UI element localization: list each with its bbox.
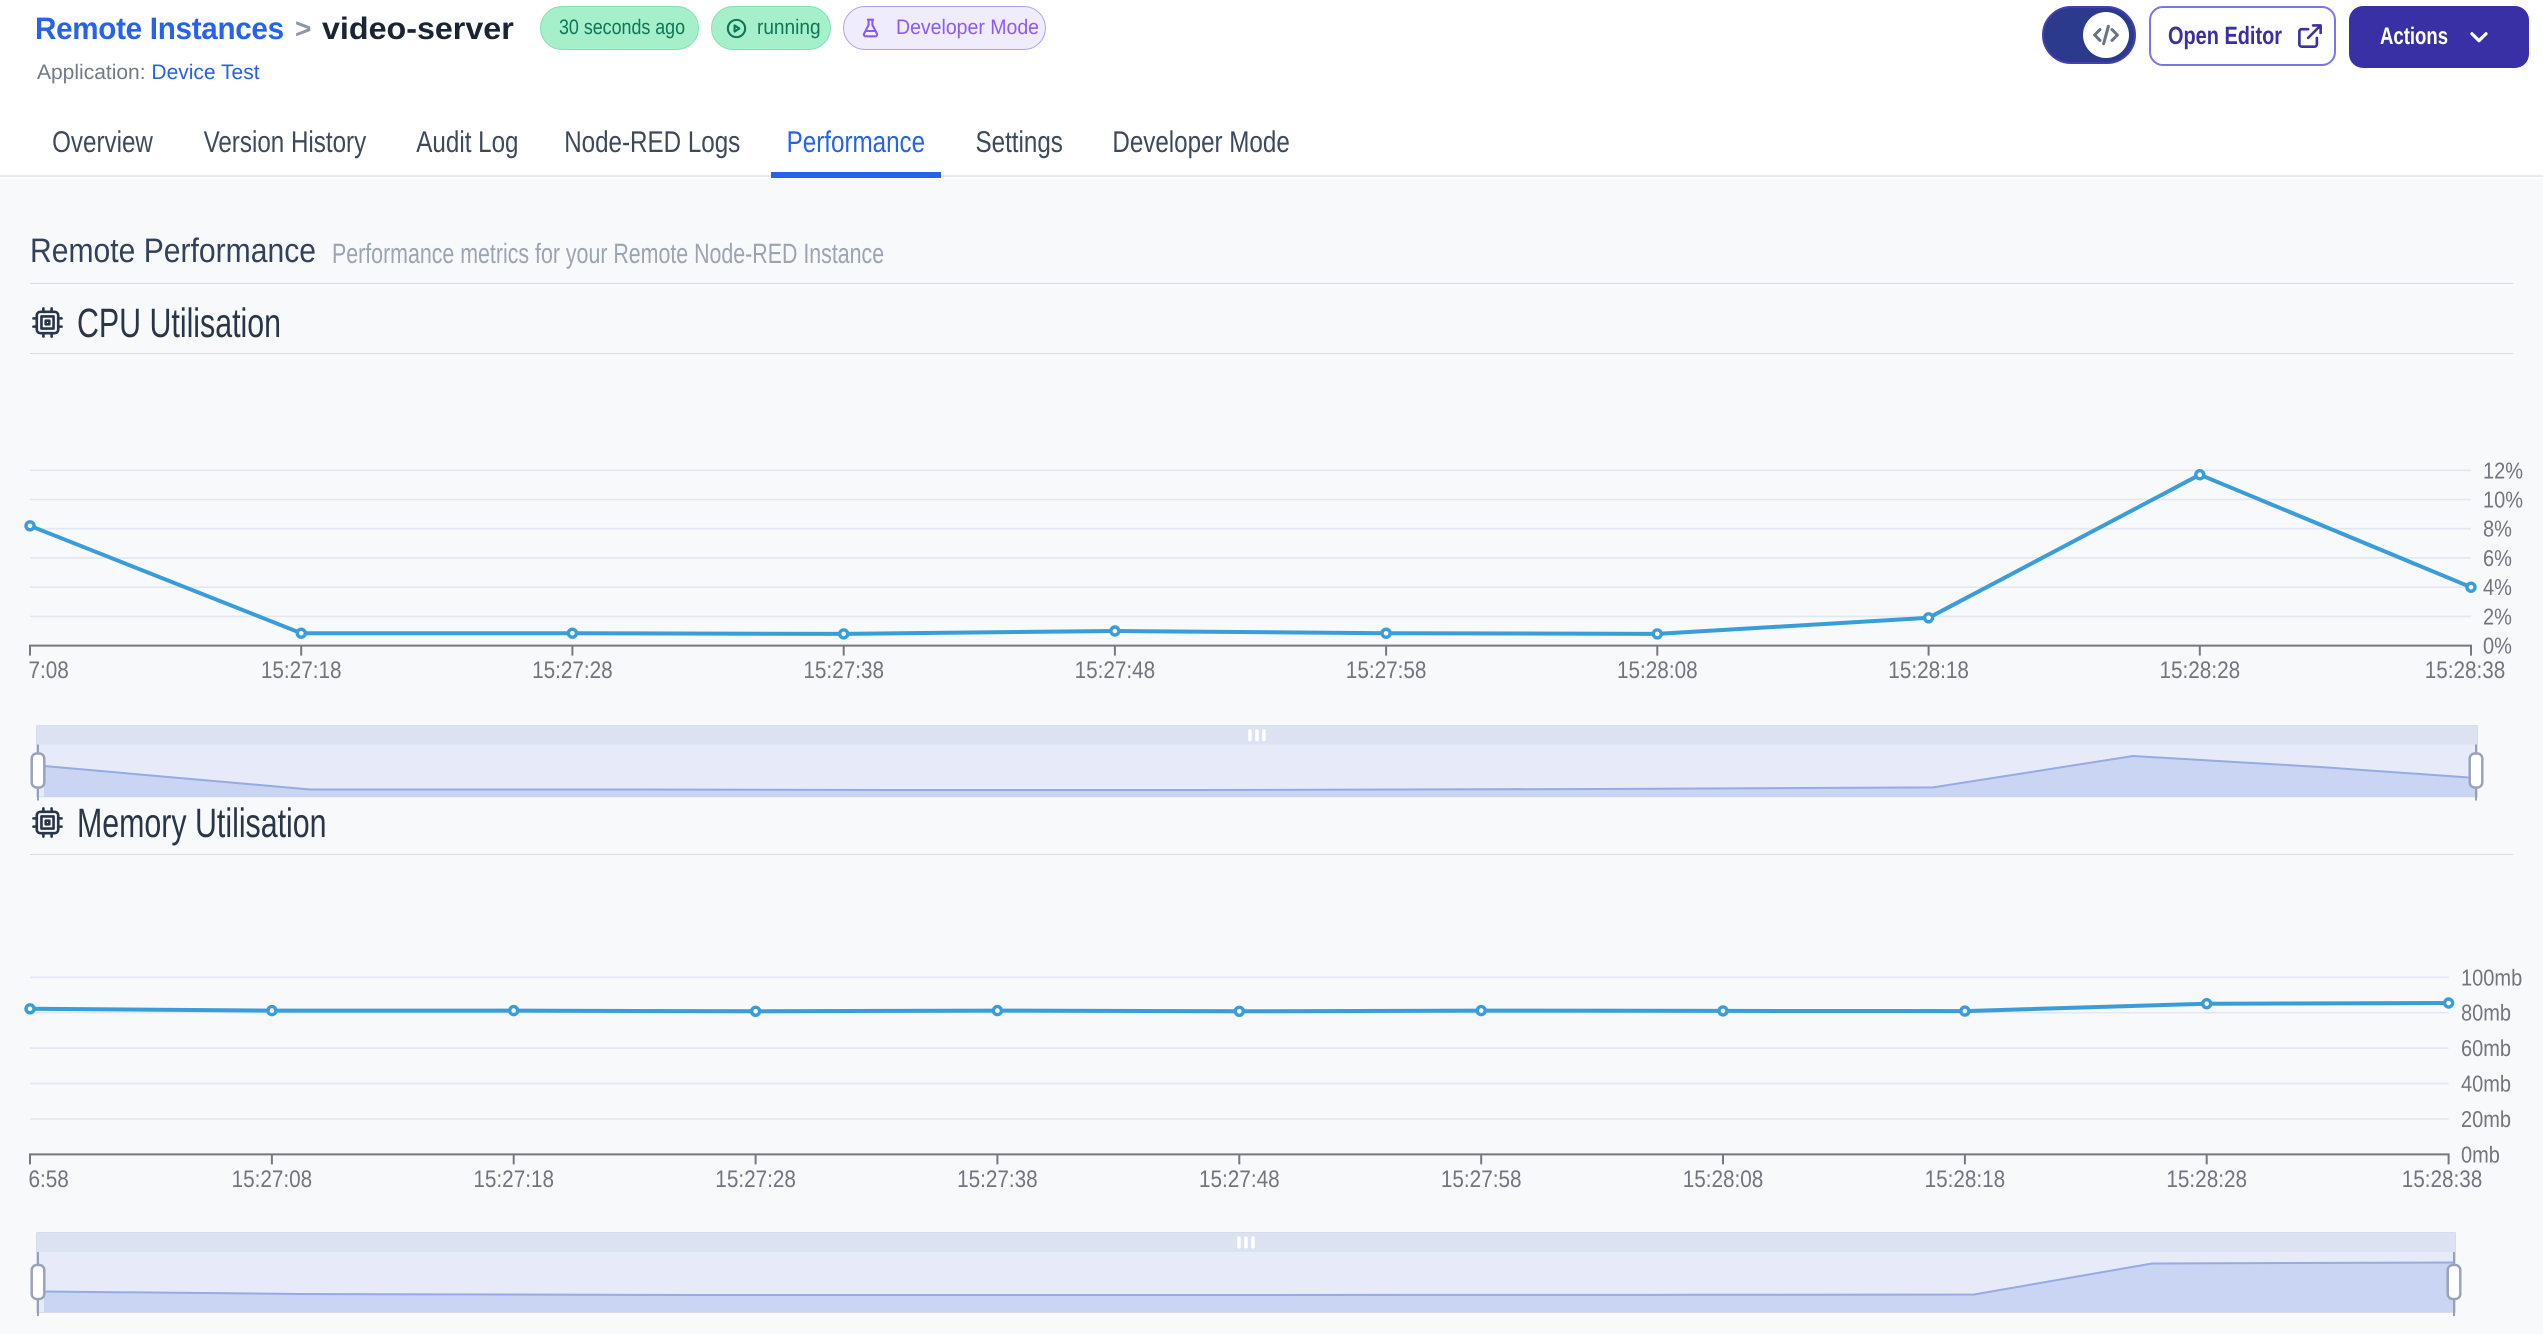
svg-text:80mb: 80mb	[2461, 1000, 2511, 1026]
svg-text:6:58: 6:58	[28, 1166, 68, 1193]
svg-text:15:27:58: 15:27:58	[1441, 1166, 1522, 1193]
svg-text:15:28:38: 15:28:38	[2402, 1166, 2483, 1193]
svg-text:15:27:28: 15:27:28	[532, 657, 613, 684]
svg-text:15:27:58: 15:27:58	[1346, 657, 1427, 684]
svg-text:15:28:08: 15:28:08	[1617, 657, 1698, 684]
svg-text:15:28:28: 15:28:28	[2166, 1166, 2247, 1193]
svg-text:10%: 10%	[2483, 487, 2523, 513]
svg-text:12%: 12%	[2483, 457, 2523, 483]
svg-text:0%: 0%	[2483, 633, 2512, 659]
svg-text:15:28:18: 15:28:18	[1888, 657, 1969, 684]
svg-text:15:28:18: 15:28:18	[1925, 1166, 2006, 1193]
svg-text:15:28:28: 15:28:28	[2160, 657, 2241, 684]
svg-text:20mb: 20mb	[2461, 1106, 2511, 1132]
svg-text:15:27:38: 15:27:38	[803, 657, 884, 684]
svg-text:15:27:48: 15:27:48	[1075, 657, 1156, 684]
svg-text:0mb: 0mb	[2461, 1141, 2500, 1167]
svg-text:6%: 6%	[2483, 545, 2512, 571]
svg-text:40mb: 40mb	[2461, 1071, 2511, 1097]
svg-text:100mb: 100mb	[2461, 964, 2522, 990]
svg-text:60mb: 60mb	[2461, 1035, 2511, 1061]
svg-text:2%: 2%	[2483, 603, 2512, 629]
svg-text:8%: 8%	[2483, 516, 2512, 542]
svg-text:15:28:08: 15:28:08	[1683, 1166, 1764, 1193]
svg-text:15:27:18: 15:27:18	[473, 1166, 554, 1193]
svg-text:15:27:08: 15:27:08	[232, 1166, 313, 1193]
svg-text:15:27:38: 15:27:38	[957, 1166, 1038, 1193]
svg-text:15:28:38: 15:28:38	[2425, 657, 2506, 684]
svg-text:15:27:28: 15:27:28	[715, 1166, 796, 1193]
svg-text:15:27:18: 15:27:18	[261, 657, 342, 684]
svg-text:7:08: 7:08	[28, 657, 68, 684]
svg-text:15:27:48: 15:27:48	[1199, 1166, 1280, 1193]
svg-text:4%: 4%	[2483, 574, 2512, 600]
